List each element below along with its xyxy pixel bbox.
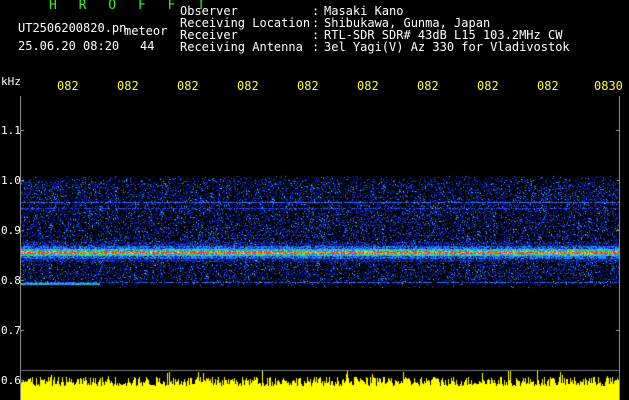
info-separator: : — [312, 40, 320, 54]
y-tick-label: 1.1 — [1, 124, 21, 137]
y-tick-label: 0.9 — [1, 224, 21, 237]
time-tick-label: 082 — [57, 79, 79, 93]
y-tick-label: 0.6 — [1, 374, 21, 387]
time-tick-label: 082 — [417, 79, 439, 93]
time-tick-label: 082 — [297, 79, 319, 93]
time-tick-label: 082 — [177, 79, 199, 93]
date-time: 25.06.20 08:20 — [18, 39, 120, 53]
spectrogram-waterfall — [20, 96, 620, 400]
station-info: Observer : Masaki Kano Receiving Locatio… — [180, 5, 620, 53]
meteor-label: meteor — [124, 24, 168, 38]
y-axis-unit: kHz — [1, 75, 21, 88]
meteor-count: 44 — [140, 39, 155, 53]
info-value: 3el Yagi(V) Az 330 for Vladivostok — [324, 40, 570, 54]
y-tick-label: 0.7 — [1, 324, 21, 337]
info-label: Receiving Antenna — [180, 40, 303, 54]
file-name: UT2506200820.pn — [18, 21, 127, 35]
y-tick-label: 0.8 — [1, 274, 21, 287]
time-tick-label: 082 — [357, 79, 379, 93]
time-tick-label: 082 — [537, 79, 559, 93]
y-tick-label: 1.0 — [1, 174, 21, 187]
time-tick-label: 082 — [237, 79, 259, 93]
time-tick-label: 082 — [117, 79, 139, 93]
time-tick-label: 082 — [477, 79, 499, 93]
time-tick-label: 0830 — [594, 79, 623, 93]
info-row-antenna: Receiving Antenna : 3el Yagi(V) Az 330 f… — [180, 41, 620, 53]
